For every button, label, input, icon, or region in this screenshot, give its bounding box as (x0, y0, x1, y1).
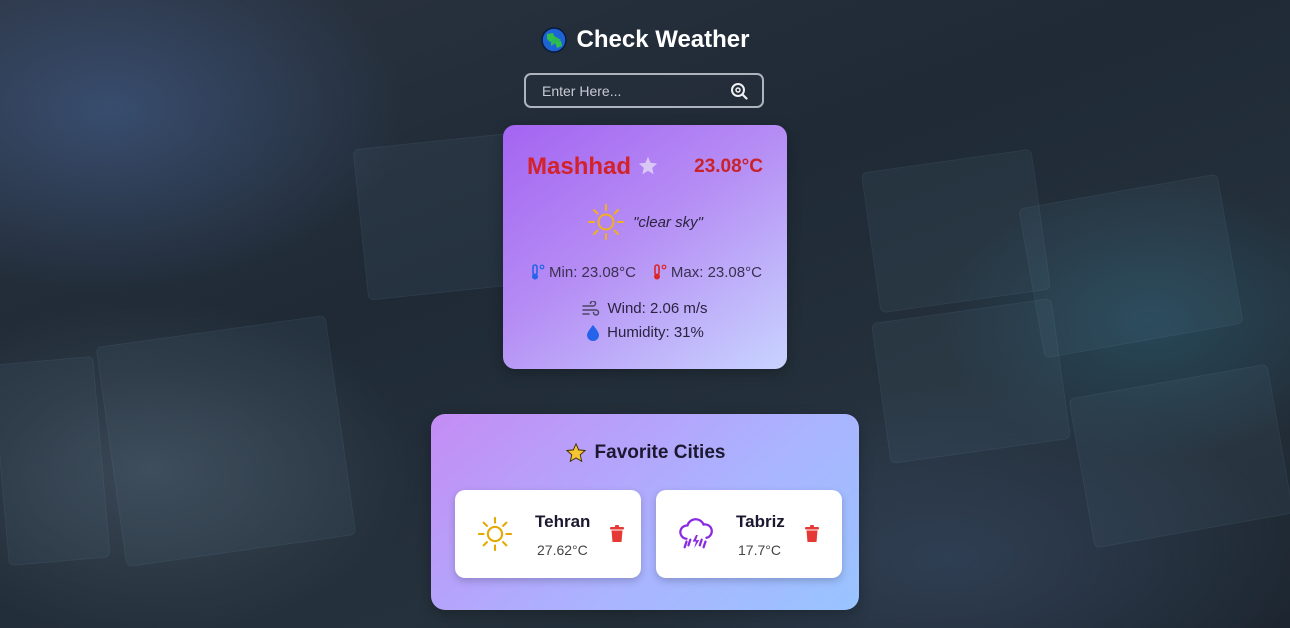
favorites-header: Favorite Cities (431, 442, 859, 464)
favorite-city-card[interactable]: Tehran 27.62°C (455, 490, 641, 578)
sun-icon (588, 204, 625, 240)
header: Check Weather (0, 26, 1290, 54)
max-temp: Max: 23.08°C (650, 263, 762, 281)
search-icon[interactable] (730, 82, 748, 100)
max-temp-text: Max: 23.08°C (670, 263, 762, 281)
favorite-city-card[interactable]: Tabriz 17.7°C (656, 490, 842, 578)
search-input[interactable] (526, 75, 716, 106)
weather-description: "clear sky" (633, 213, 703, 231)
wind-text: Wind: 2.06 m/s (607, 300, 708, 317)
min-max-row: Min: 23.08°C Max: 23.08°C (503, 263, 787, 281)
favorite-star-icon[interactable] (637, 155, 659, 177)
min-temp: Min: 23.08°C (528, 263, 636, 281)
search-box (524, 73, 764, 108)
current-temperature: 23.08°C (694, 156, 763, 177)
thermometer-cold-icon (532, 264, 545, 280)
wind-row: Wind: 2.06 m/s (503, 300, 787, 317)
humidity-row: Humidity: 31% (503, 324, 787, 341)
app-logo-icon (540, 27, 567, 53)
humidity-text: Humidity: 31% (607, 324, 704, 341)
current-weather-card: Mashhad 23.08°C "clear sky" Min: 23.08°C (503, 125, 787, 369)
city-name: Mashhad (527, 153, 632, 180)
favorite-city-temp: 27.62°C (537, 542, 588, 558)
favorites-panel: Favorite Cities Tehran 27.62°C Tabriz 17… (431, 414, 859, 610)
favorite-city-name: Tabriz (736, 512, 785, 531)
wind-icon (582, 300, 600, 316)
thunderstorm-icon (679, 518, 713, 549)
sun-icon (477, 516, 513, 552)
favorite-city-name: Tehran (535, 512, 591, 531)
trash-icon[interactable] (804, 525, 820, 543)
app-title: Check Weather (576, 26, 750, 53)
favorites-title: Favorite Cities (594, 442, 726, 463)
star-icon (565, 442, 586, 463)
min-temp-text: Min: 23.08°C (549, 263, 636, 281)
thermometer-hot-icon (653, 264, 667, 280)
water-drop-icon (587, 325, 600, 341)
favorite-city-temp: 17.7°C (738, 542, 781, 558)
trash-icon[interactable] (609, 525, 625, 543)
condition-row: "clear sky" (503, 203, 787, 241)
